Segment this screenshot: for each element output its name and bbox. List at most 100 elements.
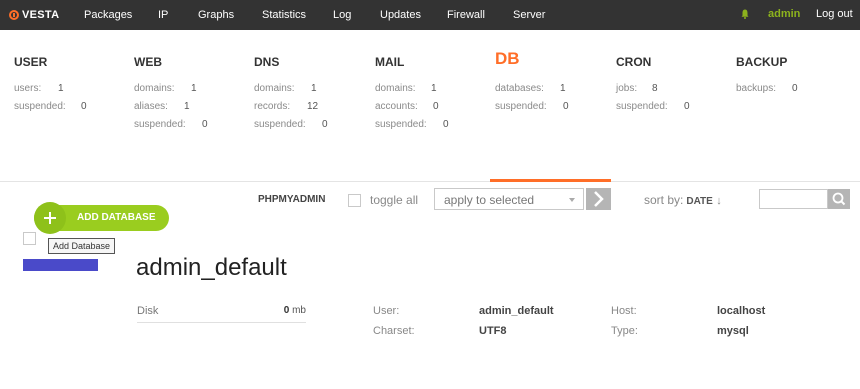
stat-value: 1: [58, 83, 64, 94]
stat-row: records: 12: [254, 98, 328, 116]
database-name[interactable]: admin_default: [136, 254, 287, 282]
stat-mail[interactable]: MAIL domains: 1 accounts: 0 suspended: 0: [375, 54, 449, 134]
nav-packages[interactable]: Packages: [84, 8, 132, 22]
stat-value: 0: [433, 101, 439, 112]
disk-unit: mb: [292, 305, 306, 316]
stat-value: 1: [311, 83, 317, 94]
add-database-label[interactable]: ADD DATABASE: [77, 212, 156, 223]
toggle-all-label[interactable]: toggle all: [370, 193, 418, 207]
apply-to-selected-dropdown[interactable]: apply to selected: [434, 188, 584, 210]
phpmyadmin-link[interactable]: PHPMYADMIN: [258, 194, 325, 205]
nav-server[interactable]: Server: [513, 8, 545, 22]
host-label: Host:: [611, 305, 637, 317]
stat-row: domains: 1: [254, 80, 328, 98]
type-value: mysql: [717, 325, 749, 337]
stat-value: 0: [81, 101, 87, 112]
add-database-tooltip: Add Database: [48, 238, 116, 254]
stat-value: 1: [560, 83, 566, 94]
stat-row: accounts: 0: [375, 98, 449, 116]
stat-key: users:: [14, 83, 42, 94]
stat-cron[interactable]: CRON jobs: 8 suspended: 0: [616, 54, 690, 116]
stat-value: 0: [792, 83, 798, 94]
nav-statistics[interactable]: Statistics: [262, 8, 306, 22]
active-tab-indicator: [490, 179, 611, 182]
stat-key: domains:: [254, 83, 295, 94]
stat-row: databases: 1: [495, 80, 569, 98]
stat-key: aliases:: [134, 101, 168, 112]
stat-value: 8: [652, 83, 658, 94]
stat-key: suspended:: [134, 119, 186, 130]
sort-by-value: DATE: [686, 196, 713, 207]
row-checkbox[interactable]: [23, 232, 36, 245]
host-value: localhost: [717, 305, 766, 317]
stat-key: backups:: [736, 83, 777, 94]
plus-icon[interactable]: [34, 202, 66, 234]
disk-amount: 0: [283, 305, 290, 316]
charset-label: Charset:: [373, 325, 415, 337]
stat-row: suspended: 0: [375, 116, 449, 134]
stat-user[interactable]: USER users: 1 suspended: 0: [14, 54, 87, 116]
disk-value: 0 mb: [250, 305, 306, 316]
charset-value: UTF8: [479, 325, 507, 337]
nav-ip[interactable]: IP: [158, 8, 168, 22]
stat-value: 0: [684, 101, 690, 112]
stat-title: MAIL: [375, 55, 405, 69]
stat-web[interactable]: WEB domains: 1 aliases: 1 suspended: 0: [134, 54, 208, 134]
toolbar-divider: [0, 181, 860, 182]
stat-title: USER: [14, 55, 48, 69]
stat-row: suspended: 0: [495, 98, 569, 116]
stat-row: jobs: 8: [616, 80, 690, 98]
stat-key: domains:: [375, 83, 416, 94]
disk-usage-bar: [137, 322, 306, 323]
nav-graphs[interactable]: Graphs: [198, 8, 234, 22]
database-color-bar: [23, 259, 98, 271]
stat-title: DNS: [254, 55, 280, 69]
stat-row: suspended: 0: [134, 116, 208, 134]
user-link[interactable]: admin: [768, 8, 800, 20]
nav-updates[interactable]: Updates: [380, 8, 421, 22]
stat-key: suspended:: [254, 119, 306, 130]
chevron-down-icon: [569, 198, 575, 202]
logo-text: VESTA: [22, 9, 60, 21]
nav-firewall[interactable]: Firewall: [447, 8, 485, 22]
logout-link[interactable]: Log out: [816, 8, 853, 20]
stat-value: 12: [307, 101, 319, 112]
apply-select-value: apply to selected: [444, 193, 535, 207]
stat-value: 0: [563, 101, 569, 112]
search-input[interactable]: [759, 189, 828, 209]
stat-key: suspended:: [14, 101, 66, 112]
user-value: admin_default: [479, 305, 554, 317]
stat-row: suspended: 0: [616, 98, 690, 116]
stat-title: DB: [495, 49, 520, 68]
stat-title: WEB: [134, 55, 162, 69]
power-icon: [9, 10, 19, 20]
bell-icon[interactable]: [741, 9, 749, 19]
apply-button[interactable]: [586, 188, 611, 210]
stat-dns[interactable]: DNS domains: 1 records: 12 suspended: 0: [254, 54, 328, 134]
stat-row: suspended: 0: [14, 98, 87, 116]
stat-value: 1: [191, 83, 197, 94]
sort-by[interactable]: sort by: DATE ↓: [644, 193, 722, 207]
stat-backup[interactable]: BACKUP backups: 0: [736, 54, 798, 98]
stat-value: 0: [443, 119, 449, 130]
stat-key: accounts:: [375, 101, 418, 112]
stat-value: 1: [431, 83, 437, 94]
stat-row: suspended: 0: [254, 116, 328, 134]
stat-db[interactable]: DB databases: 1 suspended: 0: [495, 49, 569, 116]
stat-key: jobs:: [616, 83, 638, 94]
sort-direction-icon: ↓: [716, 195, 722, 207]
vesta-logo[interactable]: VESTA: [9, 7, 59, 23]
stat-value: 0: [322, 119, 328, 130]
nav-log[interactable]: Log: [333, 8, 351, 22]
stat-row: domains: 1: [134, 80, 208, 98]
stat-key: domains:: [134, 83, 175, 94]
stat-value: 0: [202, 119, 208, 130]
stat-title: CRON: [616, 55, 652, 69]
stat-row: aliases: 1: [134, 98, 208, 116]
chevron-right-icon: [594, 191, 604, 207]
search-button[interactable]: [828, 189, 850, 209]
toggle-all-checkbox[interactable]: [348, 194, 361, 207]
type-label: Type:: [611, 325, 638, 337]
sort-by-label: sort by:: [644, 193, 684, 207]
stat-key: suspended:: [375, 119, 427, 130]
